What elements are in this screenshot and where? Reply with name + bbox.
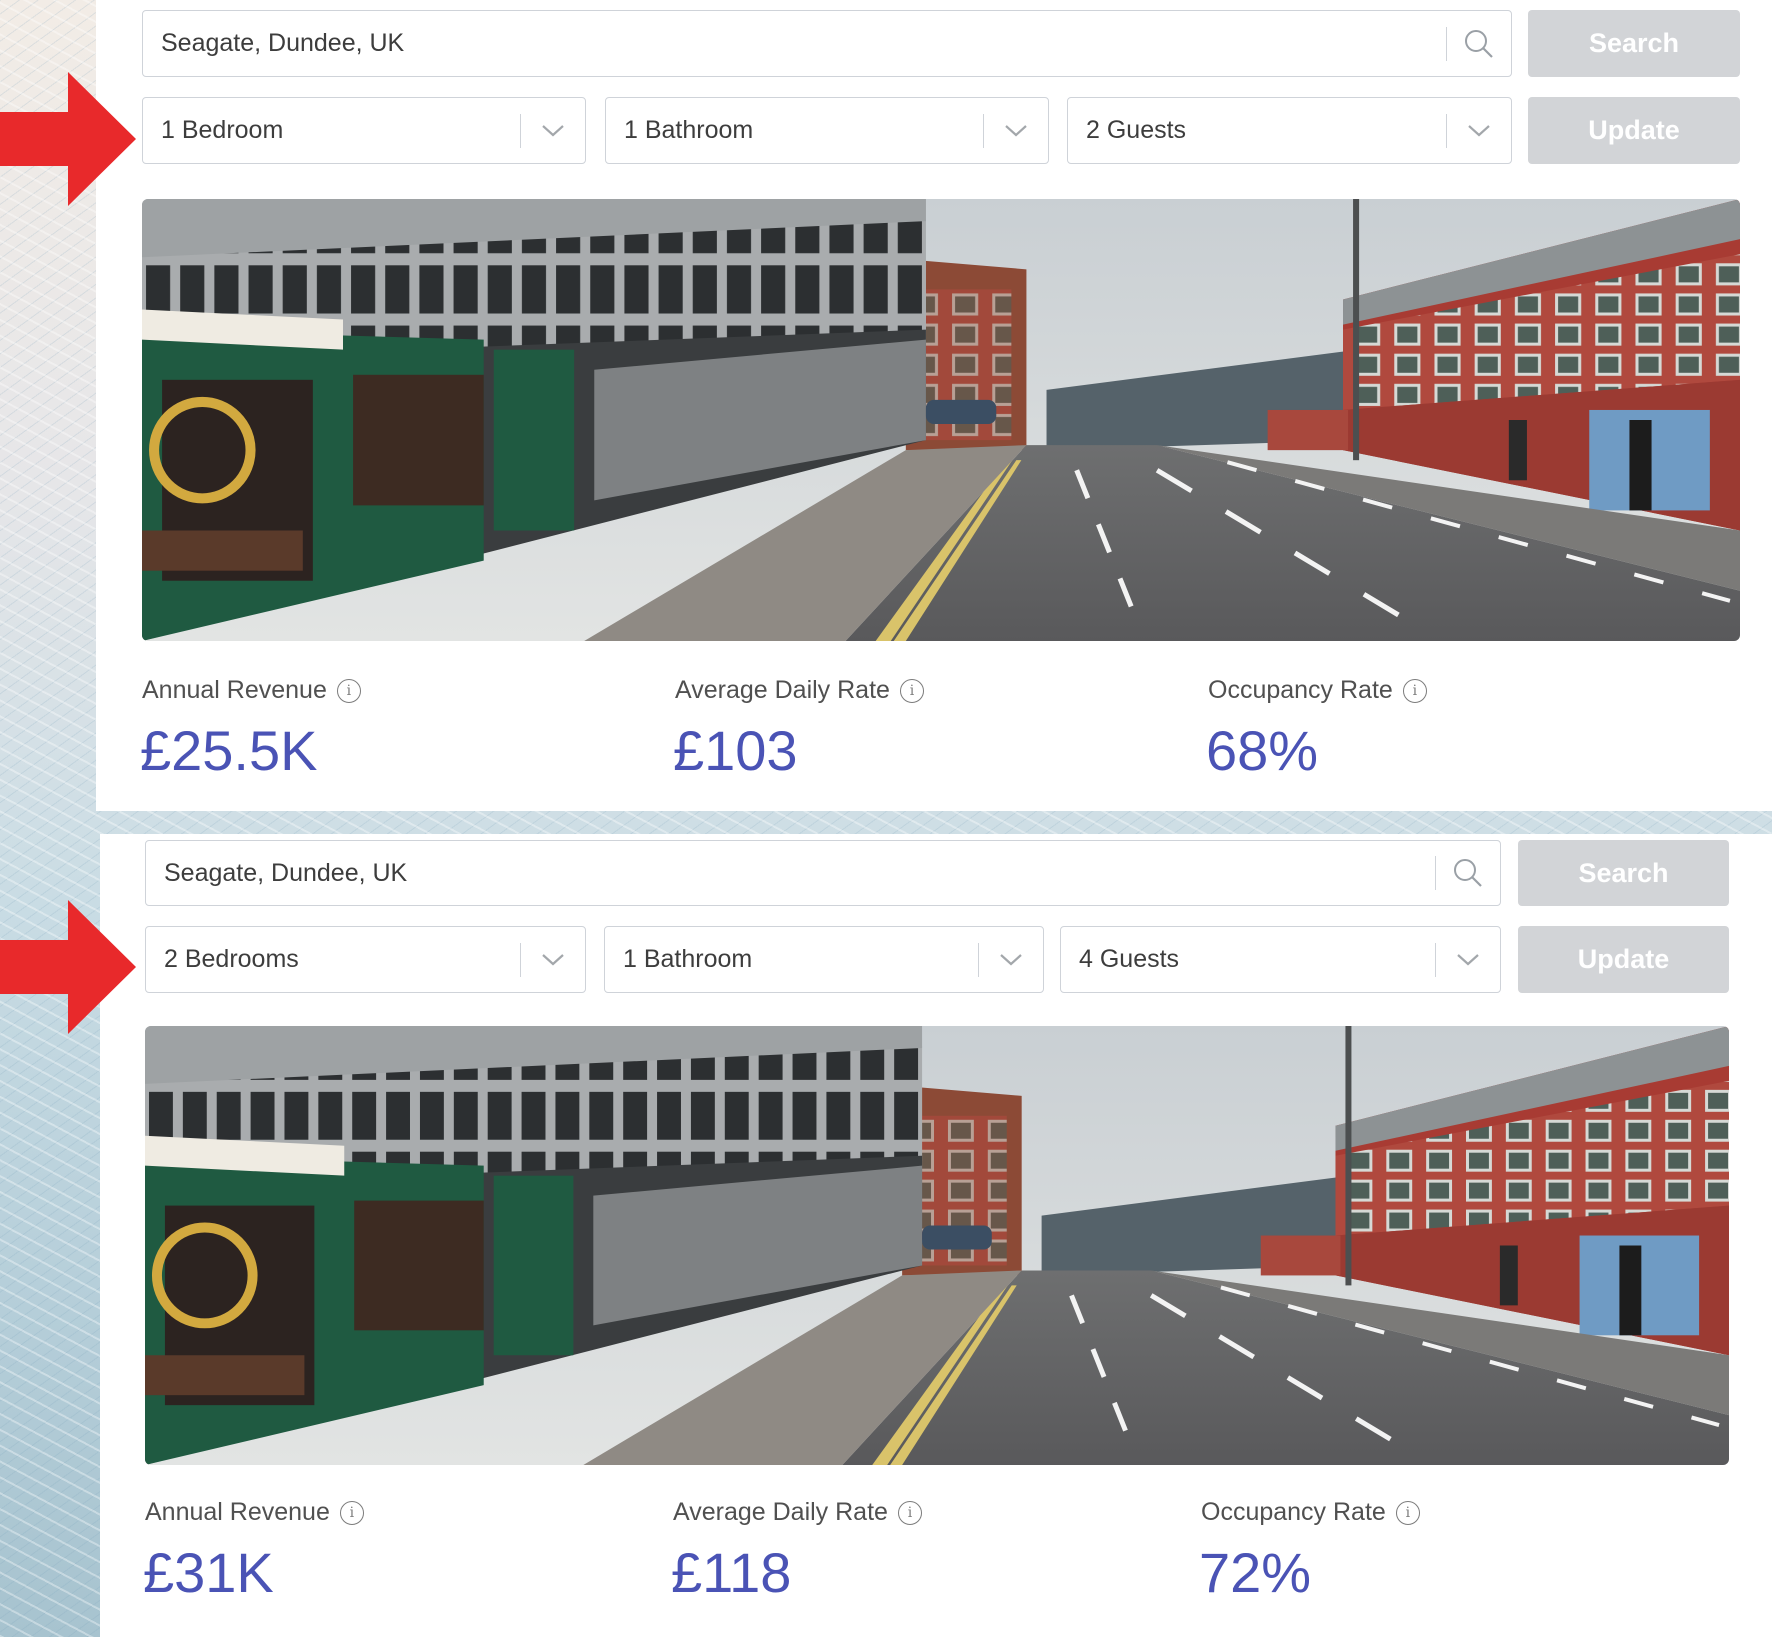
info-icon[interactable]: i [336, 678, 361, 703]
arrow-right-icon [0, 900, 136, 1034]
search-button[interactable]: Search [1518, 840, 1729, 906]
update-button[interactable]: Update [1528, 97, 1740, 164]
chevron-down-icon[interactable] [984, 124, 1048, 138]
chevron-down-icon[interactable] [979, 953, 1043, 967]
guests-select[interactable]: 2 Guests [1067, 97, 1512, 164]
average-daily-rate-value: £118 [671, 1541, 792, 1604]
update-button[interactable]: Update [1518, 926, 1729, 993]
annual-revenue-label: Annual Revenue i [142, 676, 361, 705]
chevron-down-icon[interactable] [521, 124, 585, 138]
location-search-input[interactable]: Seagate, Dundee, UK [142, 10, 1512, 77]
location-search-input[interactable]: Seagate, Dundee, UK [145, 840, 1501, 906]
occupancy-rate-label: Occupancy Rate i [1208, 676, 1427, 705]
annual-revenue-label: Annual Revenue i [145, 1498, 364, 1527]
guests-select[interactable]: 4 Guests [1060, 926, 1501, 993]
average-daily-rate-label-text: Average Daily Rate [675, 676, 890, 704]
bottom-panel: Seagate, Dundee, UK Search 2 Bedrooms 1 … [100, 834, 1772, 1637]
occupancy-rate-value: 72% [1199, 1541, 1312, 1604]
chevron-down-icon[interactable] [1436, 953, 1500, 967]
bathrooms-value: 1 Bathroom [624, 116, 754, 144]
search-icon[interactable] [1436, 857, 1500, 889]
bedrooms-select[interactable]: 2 Bedrooms [145, 926, 586, 993]
top-panel: Seagate, Dundee, UK Search 1 Bedroom 1 B… [96, 0, 1772, 811]
info-icon[interactable]: i [339, 1500, 364, 1525]
info-icon[interactable]: i [1395, 1500, 1420, 1525]
occupancy-rate-label-text: Occupancy Rate [1201, 1498, 1386, 1526]
bedrooms-select[interactable]: 1 Bedroom [142, 97, 586, 164]
average-daily-rate-value: £103 [673, 719, 798, 782]
annual-revenue-value: £25.5K [140, 719, 318, 782]
guests-value: 2 Guests [1086, 116, 1187, 144]
bedrooms-value: 1 Bedroom [161, 116, 284, 144]
location-search-value: Seagate, Dundee, UK [164, 858, 408, 887]
arrow-right-icon [0, 72, 136, 206]
bathrooms-select[interactable]: 1 Bathroom [605, 97, 1049, 164]
occupancy-rate-label: Occupancy Rate i [1201, 1498, 1420, 1527]
occupancy-rate-value: 68% [1206, 719, 1319, 782]
street-view-image [145, 1026, 1729, 1465]
info-icon[interactable]: i [1402, 678, 1427, 703]
guests-value: 4 Guests [1079, 945, 1180, 973]
location-search-value: Seagate, Dundee, UK [161, 29, 405, 57]
info-icon[interactable]: i [899, 678, 924, 703]
average-daily-rate-label-text: Average Daily Rate [673, 1498, 888, 1526]
average-daily-rate-label: Average Daily Rate i [675, 676, 924, 705]
annual-revenue-label-text: Annual Revenue [142, 676, 327, 704]
annual-revenue-label-text: Annual Revenue [145, 1498, 330, 1526]
annual-revenue-value: £31K [143, 1541, 274, 1604]
bathrooms-select[interactable]: 1 Bathroom [604, 926, 1044, 993]
info-icon[interactable]: i [897, 1500, 922, 1525]
search-icon[interactable] [1447, 28, 1511, 60]
occupancy-rate-label-text: Occupancy Rate [1208, 676, 1393, 704]
average-daily-rate-label: Average Daily Rate i [673, 1498, 922, 1527]
bathrooms-value: 1 Bathroom [623, 945, 753, 973]
chevron-down-icon[interactable] [521, 953, 585, 967]
bedrooms-value: 2 Bedrooms [164, 945, 299, 973]
street-view-image [142, 199, 1740, 641]
chevron-down-icon[interactable] [1447, 124, 1511, 138]
search-button[interactable]: Search [1528, 10, 1740, 77]
